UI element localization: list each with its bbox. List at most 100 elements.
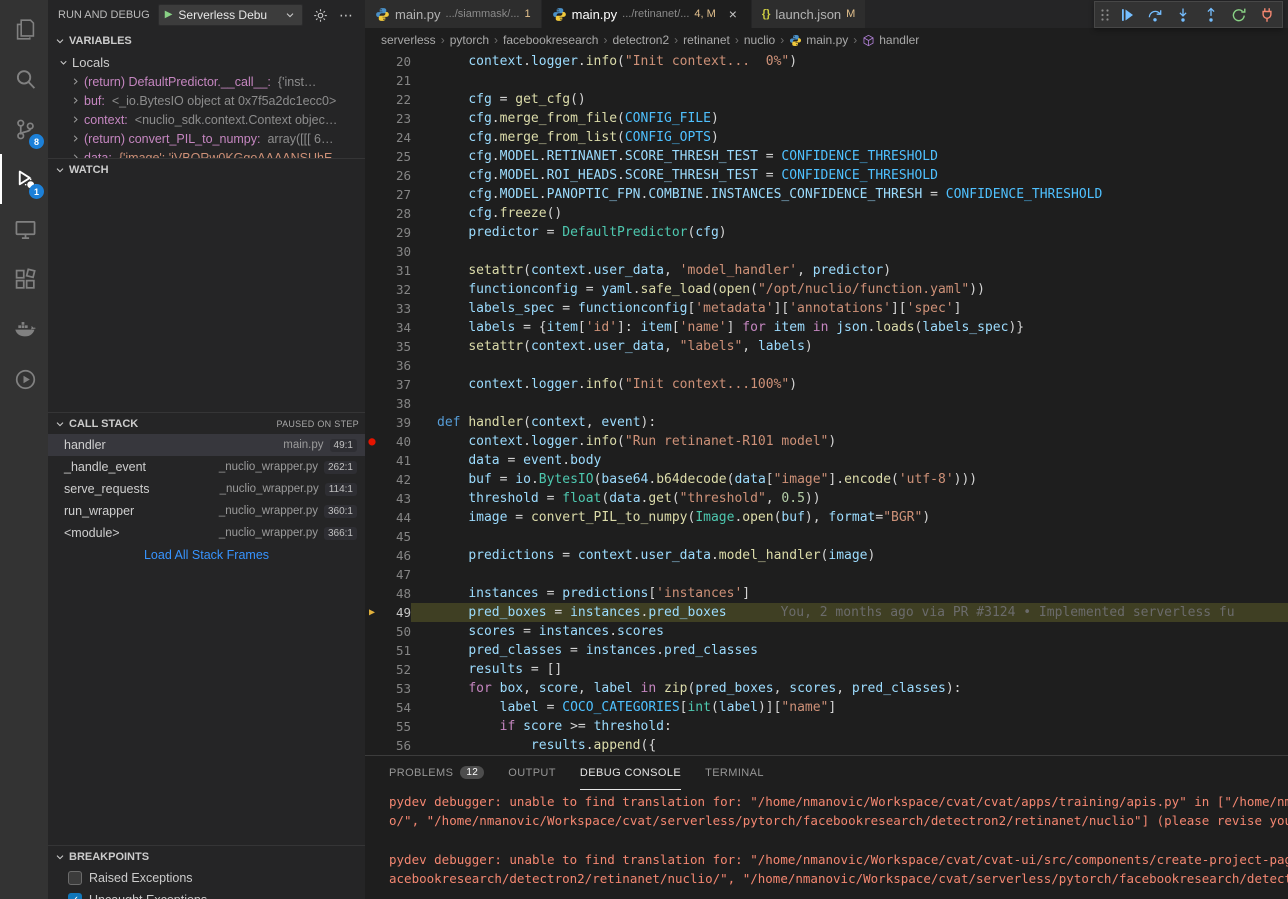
activity-extensions[interactable] (0, 254, 48, 304)
stack-frame[interactable]: run_wrapper_nuclio_wrapper.py360:1 (48, 500, 365, 522)
line-number: 43 (379, 489, 411, 508)
line-number: 24 (379, 128, 411, 147)
breakpoint-row[interactable]: Raised Exceptions (48, 867, 365, 889)
variable-row[interactable]: buf:<_io.BytesIO object at 0x7f5a2dc1ecc… (48, 91, 365, 110)
code-line-26: 26 cfg.MODEL.ROI_HEADS.SCORE_THRESH_TEST… (365, 166, 1288, 185)
activity-source-control[interactable]: 8 (0, 104, 48, 154)
activity-remote-explorer[interactable] (0, 204, 48, 254)
activity-docker[interactable] (0, 304, 48, 354)
step-over-button[interactable] (1143, 3, 1167, 27)
step-out-button[interactable] (1199, 3, 1223, 27)
panel-tab-problems[interactable]: PROBLEMS12 (389, 756, 484, 790)
breakpoints-section-header[interactable]: BREAKPOINTS (48, 845, 365, 867)
line-number: 40 (379, 432, 411, 451)
bottom-panel: PROBLEMS12 OUTPUT DEBUG CONSOLE TERMINAL py… (365, 755, 1288, 899)
activity-search[interactable] (0, 54, 48, 104)
breadcrumb-label: handler (879, 33, 919, 47)
variable-row[interactable]: (return) DefaultPredictor.__call__:{'ins… (48, 72, 365, 91)
variable-row[interactable]: (return) convert_PIL_to_numpy:array([[[ … (48, 129, 365, 148)
code-line-45: 45 (365, 527, 1288, 546)
variable-name: context: (84, 113, 128, 127)
panel-tab-label: PROBLEMS (389, 767, 453, 779)
tab-main.py[interactable]: main.py.../siammask/...1 (365, 0, 542, 28)
stack-frame[interactable]: handlermain.py49:1 (48, 434, 365, 456)
load-all-stack-frames-link[interactable]: Load All Stack Frames (48, 544, 365, 566)
code-line-30: 30 (365, 242, 1288, 261)
tab-description: .../retinanet/... (622, 8, 689, 20)
more-actions-icon[interactable]: ⋯ (337, 7, 355, 24)
panel-tab-output[interactable]: OUTPUT (508, 756, 556, 790)
stack-frame[interactable]: <module>_nuclio_wrapper.py366:1 (48, 522, 365, 544)
variables-list: Locals(return) DefaultPredictor.__call__… (48, 52, 365, 158)
chevron-down-icon (284, 9, 296, 21)
breadcrumb-item[interactable]: retinanet (683, 33, 730, 47)
variable-row[interactable]: context:<nuclio_sdk.context.Context obje… (48, 110, 365, 129)
line-number: 39 (379, 413, 411, 432)
breadcrumb-item[interactable]: main.py (789, 33, 848, 47)
chevron-down-icon (58, 57, 69, 68)
code-line-55: 55 if score >= threshold: (365, 717, 1288, 736)
tab-decoration: 1 (525, 8, 531, 20)
disconnect-button[interactable] (1255, 3, 1279, 27)
breadcrumb: serverless›pytorch›facebookresearch›dete… (365, 28, 1288, 52)
start-debug-icon[interactable]: ▶ (165, 10, 173, 20)
checkbox[interactable]: ✓ (68, 893, 82, 899)
breadcrumb-item[interactable]: pytorch (450, 33, 489, 47)
checkbox[interactable] (68, 871, 82, 885)
activity-run-and-debug[interactable]: 1 (0, 154, 48, 204)
breadcrumb-item[interactable]: detectron2 (612, 33, 669, 47)
code-area[interactable]: 20 context.logger.info("Init context... … (365, 52, 1288, 755)
disconnect-icon (1259, 7, 1275, 23)
run-circle-icon (14, 368, 37, 391)
line-number: 41 (379, 451, 411, 470)
frame-function: _handle_event (64, 460, 146, 474)
glyph-margin (365, 261, 379, 280)
activity-run-circle[interactable] (0, 354, 48, 404)
step-into-button[interactable] (1171, 3, 1195, 27)
watch-section-header[interactable]: WATCH (48, 158, 365, 180)
json-icon: {} (762, 8, 771, 20)
code-text: cfg = get_cfg() (411, 90, 1288, 109)
variables-section-header[interactable]: VARIABLES (48, 30, 365, 52)
debug-config-dropdown[interactable]: ▶ Serverless Debu (158, 4, 303, 26)
glyph-margin (365, 280, 379, 299)
line-number: 50 (379, 622, 411, 641)
line-number: 49 (379, 603, 411, 622)
gear-icon[interactable] (311, 8, 329, 23)
close-icon[interactable]: × (725, 6, 741, 22)
panel-tab-debug-console[interactable]: DEBUG CONSOLE (580, 756, 681, 790)
tab-title: launch.json (775, 7, 841, 22)
line-number: 38 (379, 394, 411, 413)
code-text (411, 356, 1288, 375)
stack-frame[interactable]: serve_requests_nuclio_wrapper.py114:1 (48, 478, 365, 500)
frame-position-badge: 360:1 (324, 505, 357, 518)
code-line-27: 27 cfg.MODEL.PANOPTIC_FPN.COMBINE.INSTAN… (365, 185, 1288, 204)
frame-file: _nuclio_wrapper.py (219, 505, 324, 517)
breadcrumb-separator: › (735, 33, 739, 47)
breadcrumb-item[interactable]: nuclio (744, 33, 775, 47)
drag-handle[interactable] (1098, 3, 1111, 27)
tab-launch.json[interactable]: {}launch.jsonM (752, 0, 867, 28)
stack-frame[interactable]: _handle_event_nuclio_wrapper.py262:1 (48, 456, 365, 478)
debug-console-output[interactable]: pydev debugger: unable to find translati… (365, 790, 1288, 888)
panel-tab-terminal[interactable]: TERMINAL (705, 756, 764, 790)
code-line-46: 46 predictions = context.user_data.model… (365, 546, 1288, 565)
tab-main.py[interactable]: main.py.../retinanet/...4, M× (542, 0, 752, 28)
variable-row[interactable]: data:{'image': 'iVBORw0KGgoAAAANSUhE… (48, 148, 365, 158)
call-stack-section-header[interactable]: CALL STACK PAUSED ON STEP (48, 412, 365, 434)
continue-button[interactable] (1115, 3, 1139, 27)
vscode-window: 81 RUN AND DEBUG ▶ Serverless Debu ⋯ VAR… (0, 0, 1288, 899)
frame-position-badge: 366:1 (324, 527, 357, 540)
breadcrumb-item[interactable]: handler (862, 33, 919, 47)
breakpoint-row[interactable]: ✓Uncaught Exceptions (48, 889, 365, 899)
restart-button[interactable] (1227, 3, 1251, 27)
code-text: labels_spec = functionconfig['metadata']… (411, 299, 1288, 318)
activity-explorer[interactable] (0, 4, 48, 54)
variables-scope-locals[interactable]: Locals (48, 52, 365, 72)
line-number: 37 (379, 375, 411, 394)
breakpoint-icon[interactable]: ● (365, 432, 379, 451)
breadcrumb-label: retinanet (683, 33, 730, 47)
debug-config-label: Serverless Debu (178, 8, 278, 22)
breadcrumb-item[interactable]: serverless (381, 33, 436, 47)
breadcrumb-item[interactable]: facebookresearch (503, 33, 598, 47)
